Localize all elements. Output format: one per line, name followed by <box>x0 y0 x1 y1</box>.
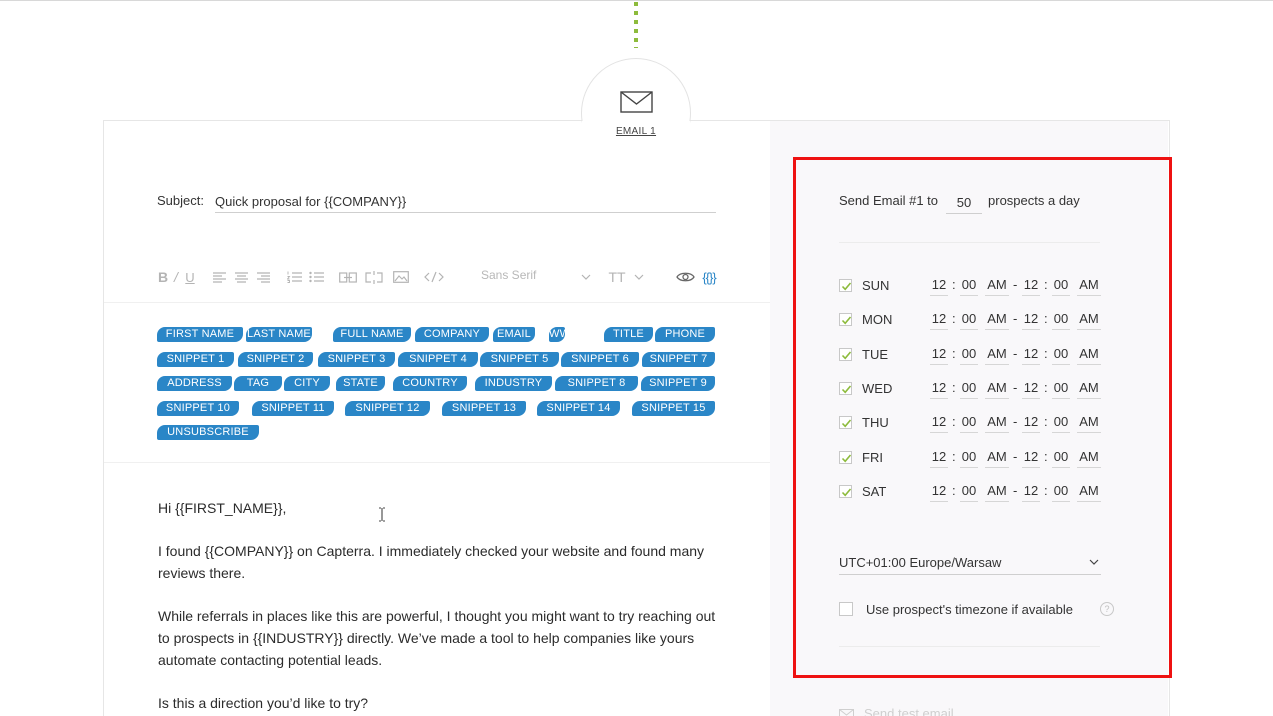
merge-tag-snippet-2[interactable]: SNIPPET 2 <box>238 351 313 367</box>
unlink-icon[interactable] <box>365 266 383 288</box>
eye-icon[interactable] <box>674 266 696 288</box>
merge-tag-snippet-4[interactable]: SNIPPET 4 <box>398 351 478 367</box>
italic-icon[interactable]: / <box>171 266 181 288</box>
email-step-label[interactable]: EMAIL 1 <box>600 126 672 137</box>
merge-tag-company[interactable]: COMPANY <box>415 327 489 342</box>
font-family-select[interactable]: Sans Serif <box>481 268 536 282</box>
align-center-icon[interactable] <box>234 266 248 288</box>
code-icon[interactable] <box>423 266 445 288</box>
tag-row: SNIPPET 1 SNIPPET 2 SNIPPET 3 SNIPPET 4 SNIP… <box>157 350 727 375</box>
body-paragraph: While referrals in places like this are … <box>158 608 716 668</box>
envelope-icon <box>620 91 653 113</box>
merge-tag-city[interactable]: CITY <box>284 376 330 391</box>
email-body[interactable]: Hi {{FIRST_NAME}}, I found {{COMPANY}} o… <box>158 497 728 716</box>
link-icon[interactable] <box>339 266 357 288</box>
highlight-box <box>793 157 1172 678</box>
tag-row: UNSUBSCRIBE <box>157 423 727 448</box>
merge-tag-country[interactable]: COUNTRY <box>393 376 467 391</box>
merge-tag-industry[interactable]: INDUSTRY <box>475 376 552 391</box>
merge-tag-snippet-15[interactable]: SNIPPET 15 <box>632 400 715 416</box>
image-icon[interactable] <box>392 266 410 288</box>
merge-tag-snippet-10[interactable]: SNIPPET 10 <box>157 400 239 416</box>
merge-tag-state[interactable]: STATE <box>336 376 385 391</box>
bold-icon[interactable]: B <box>157 266 169 288</box>
merge-tag-snippet-11[interactable]: SNIPPET 11 <box>252 400 334 416</box>
merge-tag-first-name[interactable]: FIRST NAME <box>157 327 243 342</box>
tag-row: ADDRESS TAG CITY STATE COUNTRY INDUSTRY SNIPPE… <box>157 374 727 399</box>
merge-tags: FIRST NAME LAST NAME FULL NAME COMPANY EMAIL… <box>157 325 727 448</box>
merge-tag-tag[interactable]: TAG <box>234 376 282 391</box>
merge-tag-snippet-8[interactable]: SNIPPET 8 <box>555 376 638 391</box>
merge-tag-snippet-1[interactable]: SNIPPET 1 <box>157 351 234 367</box>
merge-tag-snippet-9[interactable]: SNIPPET 9 <box>641 376 715 391</box>
merge-tag-phone[interactable]: PHONE <box>655 327 715 342</box>
merge-tag-snippet-14[interactable]: SNIPPET 14 <box>537 400 620 416</box>
align-right-icon[interactable] <box>256 266 270 288</box>
top-divider <box>0 0 1273 1</box>
editor-toolbar: B / U TT {{}} <box>155 266 725 288</box>
chevron-down-icon[interactable] <box>632 266 646 288</box>
send-test-email-button[interactable]: Send test email <box>839 706 954 716</box>
bullet-list-icon[interactable] <box>308 266 324 288</box>
merge-tag-address[interactable]: ADDRESS <box>157 376 232 391</box>
merge-tag-www[interactable]: WWW <box>549 327 581 342</box>
subject-input[interactable] <box>215 191 716 213</box>
merge-tag-full-name[interactable]: FULL NAME <box>333 327 411 342</box>
variables-icon[interactable]: {{}} <box>700 266 718 288</box>
text-cursor-icon <box>379 507 385 522</box>
merge-tag-snippet-3[interactable]: SNIPPET 3 <box>318 351 395 367</box>
underline-icon[interactable]: U <box>184 266 196 288</box>
tag-row: FIRST NAME LAST NAME FULL NAME COMPANY EMAIL… <box>157 325 727 350</box>
body-paragraph: Hi {{FIRST_NAME}}, <box>158 500 287 516</box>
merge-tag-title[interactable]: TITLE <box>604 327 653 342</box>
text-size-icon[interactable]: TT <box>607 266 627 288</box>
merge-tag-snippet-6[interactable]: SNIPPET 6 <box>561 351 639 367</box>
envelope-icon <box>839 708 854 716</box>
body-paragraph: I found {{COMPANY}} on Capterra. I immed… <box>158 543 705 581</box>
merge-tag-unsubscribe[interactable]: UNSUBSCRIBE <box>157 425 259 440</box>
merge-tag-email[interactable]: EMAIL <box>493 327 535 342</box>
merge-tag-snippet-13[interactable]: SNIPPET 13 <box>442 400 526 416</box>
chevron-down-icon[interactable] <box>579 266 593 288</box>
sequence-connector <box>634 2 638 48</box>
merge-tag-snippet-7[interactable]: SNIPPET 7 <box>642 351 715 367</box>
merge-tag-snippet-12[interactable]: SNIPPET 12 <box>345 400 430 416</box>
merge-tag-last-name[interactable]: LAST NAME <box>246 327 312 342</box>
tag-row: SNIPPET 10 SNIPPET 11 SNIPPET 12 SNIPPET 13… <box>157 399 727 424</box>
subject-label: Subject: <box>157 193 204 208</box>
ordered-list-icon[interactable] <box>286 266 302 288</box>
send-test-email-label: Send test email <box>864 706 954 716</box>
align-left-icon[interactable] <box>212 266 226 288</box>
merge-tag-snippet-5[interactable]: SNIPPET 5 <box>480 351 559 367</box>
body-paragraph: Is this a direction you’d like to try? <box>158 695 369 711</box>
